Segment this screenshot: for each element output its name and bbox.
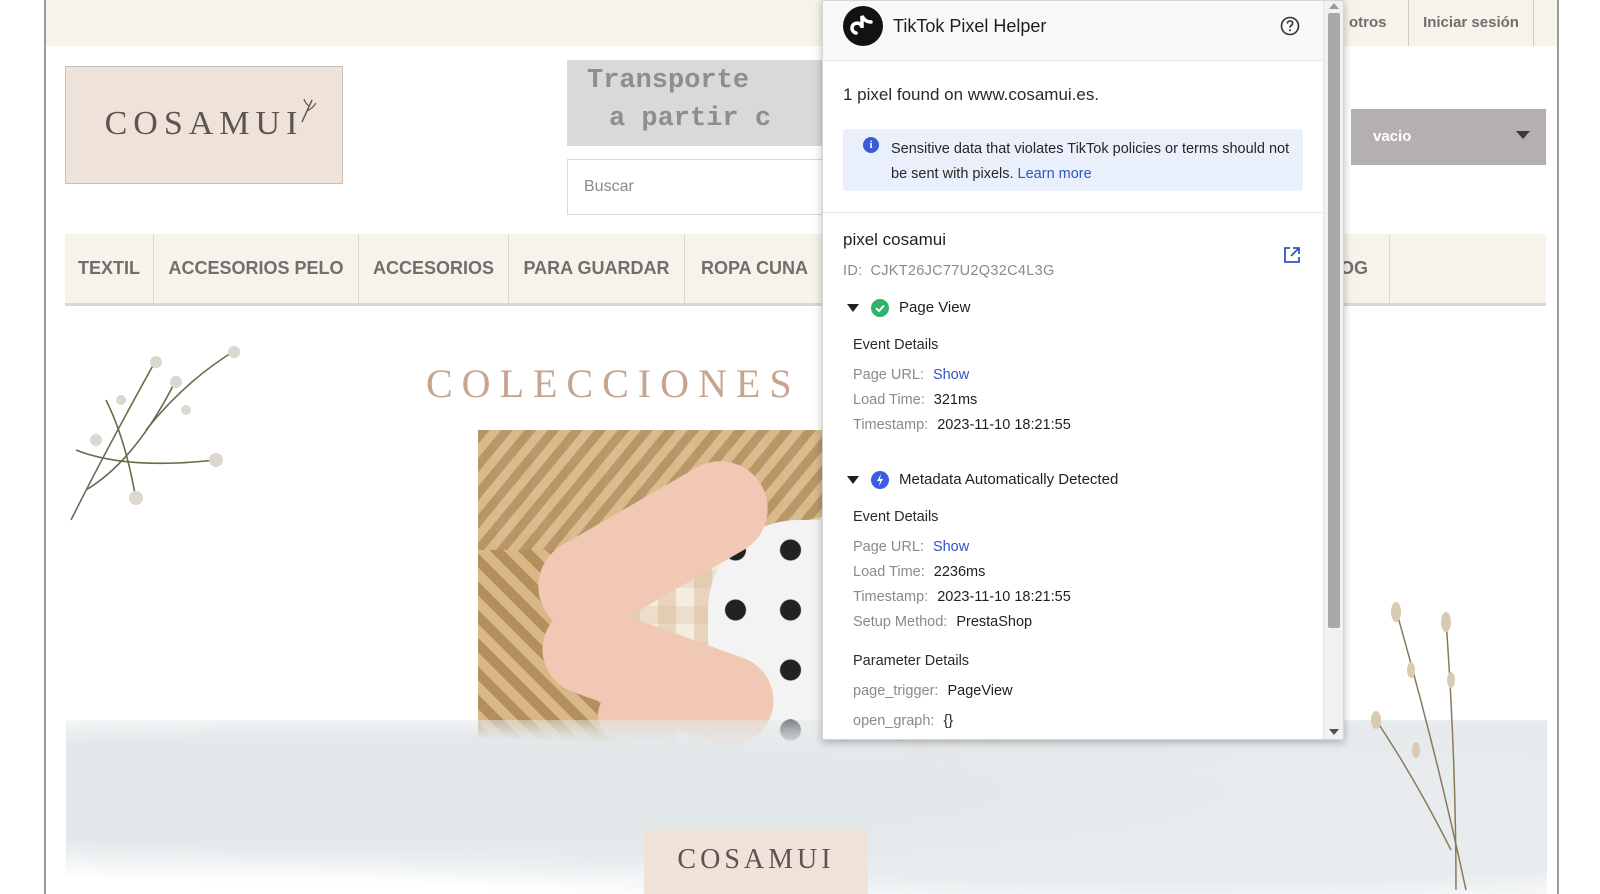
- detail-timestamp: Timestamp: 2023-11-10 18:21:55: [853, 589, 1071, 605]
- detail-page-url: Page URL: Show: [853, 539, 970, 555]
- detail-timestamp: Timestamp: 2023-11-10 18:21:55: [853, 417, 1071, 433]
- scroll-down-arrow-icon[interactable]: [1329, 729, 1339, 735]
- dried-flowers-left-image: [70, 346, 240, 521]
- collections-title: COLECCIONES: [426, 361, 801, 406]
- show-url-link[interactable]: Show: [933, 367, 969, 383]
- detail-load-time: Load Time: 2236ms: [853, 564, 986, 580]
- chevron-down-icon: [1516, 131, 1530, 139]
- pixel-id-value: CJKT26JC77U2Q32C4L3G: [870, 263, 1055, 279]
- lightning-icon: [871, 471, 889, 489]
- detail-load-time: Load Time: 321ms: [853, 392, 978, 408]
- popup-title: TikTok Pixel Helper: [893, 16, 1047, 36]
- caret-down-icon: [847, 476, 859, 484]
- popup-header: TikTok Pixel Helper: [823, 1, 1323, 61]
- event-page-view-toggle[interactable]: Page View: [847, 299, 1147, 319]
- scroll-thumb[interactable]: [1328, 13, 1340, 628]
- cart-dropdown[interactable]: vacio: [1351, 109, 1546, 165]
- notice-text: Sensitive data that violates TikTok poli…: [891, 137, 1291, 187]
- info-icon: i: [863, 137, 879, 153]
- help-icon[interactable]: [1280, 16, 1300, 36]
- top-link-otros[interactable]: otros: [1349, 0, 1387, 46]
- param-page-trigger: page_trigger: PageView: [853, 683, 1013, 699]
- parameter-details-title: Parameter Details: [853, 653, 970, 669]
- tiktok-pixel-helper-popup: TikTok Pixel Helper 1 pixel found on www…: [822, 0, 1344, 740]
- divider: [823, 212, 1323, 213]
- detail-page-url: Page URL: Show: [853, 367, 970, 383]
- show-url-link[interactable]: Show: [933, 539, 969, 555]
- nav-item-accesorios[interactable]: ACCESORIOS: [359, 234, 509, 303]
- sprig-icon: [301, 98, 317, 123]
- external-link-icon[interactable]: [1282, 245, 1302, 265]
- bottom-logo-text: COSAMUI: [677, 844, 835, 875]
- check-circle-icon: [871, 299, 889, 317]
- site-logo[interactable]: COSAMUI: [65, 66, 343, 184]
- bottom-logo: COSAMUI: [644, 830, 868, 894]
- detail-setup-method: Setup Method: PrestaShop: [853, 614, 1033, 630]
- screen: otros Iniciar sesión COSAMUI Transporte …: [0, 0, 1600, 894]
- dried-flowers-right-image: [1371, 602, 1467, 890]
- scroll-up-arrow-icon[interactable]: [1329, 3, 1339, 9]
- event-metadata-toggle[interactable]: Metadata Automatically Detected: [847, 471, 1177, 491]
- nav-item-textil[interactable]: TEXTIL: [65, 234, 154, 303]
- nav-item-accesorios-pelo[interactable]: ACCESORIOS PELO: [154, 234, 359, 303]
- tiktok-pixel-logo-icon: [843, 6, 883, 46]
- nav-item-para-guardar[interactable]: PARA GUARDAR: [509, 234, 685, 303]
- pixel-name: pixel cosamui: [843, 230, 946, 249]
- param-open-graph: open_graph:{}: [853, 713, 954, 729]
- nav-item-ropa-cuna[interactable]: ROPA CUNA: [685, 234, 825, 303]
- learn-more-link[interactable]: Learn more: [1018, 166, 1092, 182]
- event-name: Metadata Automatically Detected: [899, 471, 1119, 488]
- nav-item-blog[interactable]: OG: [1340, 234, 1390, 303]
- popup-scrollbar[interactable]: [1323, 1, 1343, 739]
- event-details-title: Event Details: [853, 509, 939, 525]
- cart-label: vacio: [1373, 128, 1412, 145]
- pixel-id: ID: CJKT26JC77U2Q32C4L3G: [843, 263, 1055, 279]
- caret-down-icon: [847, 304, 859, 312]
- event-details-title: Event Details: [853, 337, 939, 353]
- pixels-found-text: 1 pixel found on www.cosamui.es.: [843, 85, 1100, 104]
- pixel-id-label: ID:: [843, 263, 863, 279]
- sensitive-data-notice: i Sensitive data that violates TikTok po…: [843, 129, 1303, 191]
- login-link[interactable]: Iniciar sesión: [1408, 0, 1534, 46]
- event-name: Page View: [899, 299, 971, 316]
